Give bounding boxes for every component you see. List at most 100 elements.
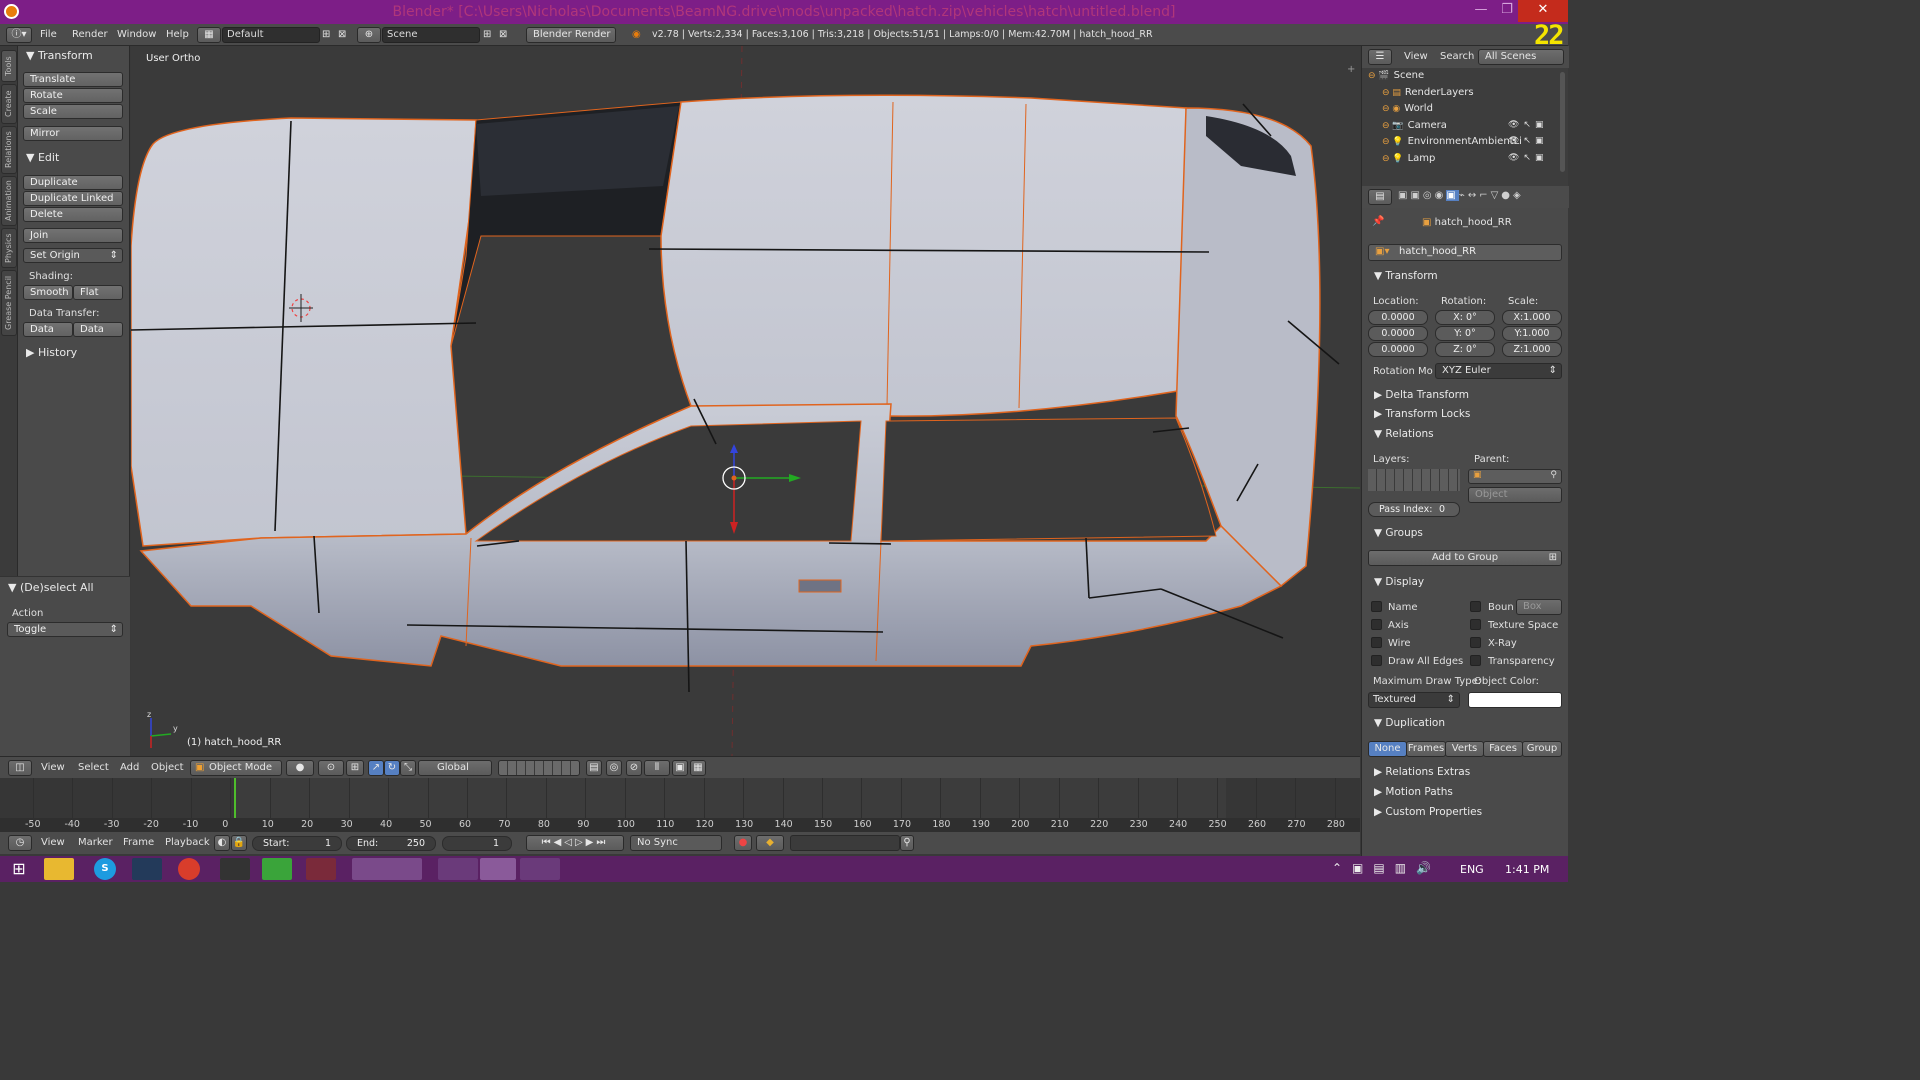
layout-add-icon[interactable]: ⊞ [322,29,330,40]
current-frame-field[interactable]: 1 [442,836,512,851]
3d-viewport[interactable]: User Ortho (1) hatch_hood_RR + y z [131,46,1360,756]
display-name-checkbox[interactable] [1371,601,1382,612]
deselect-all-header[interactable]: ▼ (De)select All [8,581,94,594]
menu-select[interactable]: Select [78,762,109,773]
visibility-toggles-icon[interactable]: 👁↖▣ [1508,120,1547,130]
scale-manip-toggle[interactable]: ⤡ [400,760,416,776]
display-axis-checkbox[interactable] [1371,619,1382,630]
taskbar-app3-icon[interactable] [352,858,422,880]
menu-file[interactable]: File [40,29,57,40]
scale-z-field[interactable]: Z:1.000 [1502,342,1562,357]
display-header[interactable]: ▼ Display [1374,576,1424,588]
proportional-edit-button[interactable]: ◎ [606,760,622,776]
keying-set-button[interactable]: ◆ [756,835,784,851]
object-color-swatch[interactable] [1468,692,1562,708]
taskbar-app4-icon[interactable] [438,858,478,880]
editor-type-info-button[interactable]: ⓘ▾ [6,27,32,43]
taskbar-clock[interactable]: 1:41 PM [1505,863,1549,876]
rotate-manip-toggle[interactable]: ↻ [384,760,400,776]
history-panel-header[interactable]: ▶ History [26,346,77,359]
snap-toggle[interactable]: ⊘ [626,760,642,776]
delta-transform-header[interactable]: ▶ Delta Transform [1374,389,1469,401]
editor-type-properties-button[interactable]: ▤ [1368,189,1392,205]
tray-icons[interactable]: ⌃▣▤▥🔊 [1332,861,1441,875]
location-z-field[interactable]: 0.0000 [1368,342,1428,357]
roof-panel[interactable] [660,94,1207,417]
scene-field[interactable]: Scene [382,27,480,43]
duplicate-button[interactable]: Duplicate [23,175,123,190]
sync-select[interactable]: No Sync [630,835,722,851]
taskbar-skype-icon[interactable]: S [94,858,116,880]
outliner-view-menu[interactable]: View [1404,51,1428,62]
custom-properties-header[interactable]: ▶ Custom Properties [1374,806,1482,818]
outliner-item[interactable]: ⊖ 🎬 Scene [1368,70,1424,85]
keying-set-field[interactable] [790,835,900,851]
opengl-anim-button[interactable]: ▦ [690,760,706,776]
display-wire-checkbox[interactable] [1371,637,1382,648]
menu-marker[interactable]: Marker [78,837,113,848]
taskbar-app2-icon[interactable] [306,858,336,880]
duplicate-linked-button[interactable]: Duplicate Linked [23,191,123,206]
dup-faces-tab[interactable]: Faces [1483,741,1523,757]
rotate-button[interactable]: Rotate [23,88,123,103]
tab-create[interactable]: Create [1,84,17,124]
menu-object[interactable]: Object [151,762,184,773]
timeline[interactable]: -50 -40 -30 -20 -10 0 10 20 30 40 50 60 70 80 90 100 110… [0,778,1360,832]
scene-remove-icon[interactable]: ⊠ [499,29,507,40]
scene-icon-button[interactable]: ⊕ [357,27,381,43]
outliner-scrollbar[interactable] [1560,72,1565,172]
menu-frame[interactable]: Frame [123,837,154,848]
relations-extras-header[interactable]: ▶ Relations Extras [1374,766,1470,778]
display-bounds-checkbox[interactable] [1470,601,1481,612]
tab-tools[interactable]: Tools [1,50,17,82]
mode-select[interactable]: Object Mode ▣ [190,760,282,776]
add-to-group-button[interactable]: Add to Group ⊞ [1368,550,1562,566]
tab-grease-pencil[interactable]: Grease Pencil [1,270,17,336]
menu-add[interactable]: Add [120,762,139,773]
editor-type-3d-button[interactable]: ◫ [8,760,32,776]
texture-space-checkbox[interactable] [1470,619,1481,630]
motion-paths-header[interactable]: ▶ Motion Paths [1374,786,1453,798]
rotation-y-field[interactable]: Y: 0° [1435,326,1495,341]
dup-frames-tab[interactable]: Frames [1406,741,1446,757]
pin-icon[interactable]: 📌 [1372,216,1384,227]
taskbar-app-icon[interactable] [220,858,250,880]
rotation-mode-select[interactable]: XYZ Euler ⇕ [1435,363,1562,379]
opengl-render-button[interactable]: ▣ [672,760,688,776]
duplication-header[interactable]: ▼ Duplication [1374,717,1445,729]
mirror-button[interactable]: Mirror [23,126,123,141]
start-button[interactable]: ⊞ [4,858,34,880]
join-button[interactable]: Join [23,228,123,243]
current-frame-line[interactable] [234,778,236,820]
outliner-filter-select[interactable]: All Scenes [1478,49,1564,65]
menu-tl-view[interactable]: View [41,837,65,848]
translate-button[interactable]: Translate [23,72,123,87]
scale-button[interactable]: Scale [23,104,123,119]
layers-grid[interactable] [498,760,580,776]
parent-field[interactable]: ▣ ⚲ [1468,469,1562,484]
translate-manip-toggle[interactable]: ↗ [368,760,384,776]
taskbar-chrome-icon[interactable] [178,858,200,880]
location-x-field[interactable]: 0.0000 [1368,310,1428,325]
end-frame-field[interactable]: End: 250 [346,836,436,851]
close-button[interactable]: ✕ [1518,0,1568,22]
car-model[interactable] [131,46,1360,756]
edit-panel-header[interactable]: ▼ Edit [26,151,59,164]
parent-type-select[interactable]: Object [1468,487,1562,503]
properties-context-tabs[interactable]: ▣▣◎◉▣⌁↔⌐▽●◈ [1398,190,1566,204]
location-y-field[interactable]: 0.0000 [1368,326,1428,341]
outliner-item[interactable]: ⊖ ◉ World [1382,103,1433,118]
pivot-select[interactable]: ⊙ [318,760,344,776]
scale-y-field[interactable]: Y:1.000 [1502,326,1562,341]
delete-button[interactable]: Delete [23,207,123,222]
bounds-type-select[interactable]: Box [1516,599,1562,615]
snap-element-select[interactable]: ⫴ [644,760,670,776]
draw-all-edges-checkbox[interactable] [1371,655,1382,666]
xray-checkbox[interactable] [1470,637,1481,648]
taskbar-language[interactable]: ENG [1460,863,1484,876]
action-select[interactable]: Toggle ⇕ [7,622,123,637]
lock-range-button[interactable]: 🔒 [231,835,247,851]
preview-range-button[interactable]: ◐ [214,835,230,851]
visibility-toggles-icon[interactable]: 👁↖▣ [1508,136,1547,146]
data-layout-button[interactable]: Data Layo [73,322,123,337]
